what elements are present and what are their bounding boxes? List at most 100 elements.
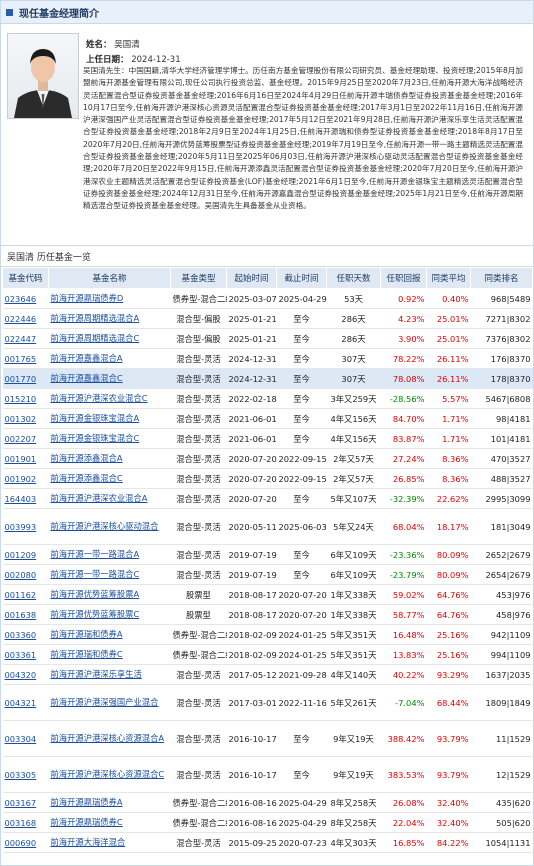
manager-name: 吴国清: [114, 40, 140, 50]
fund-name-link[interactable]: 前海开源优势蓝筹股票A: [48, 584, 171, 605]
column-header[interactable]: 任职天数: [326, 267, 381, 289]
fund-code-link[interactable]: 003361: [2, 644, 49, 665]
tenure-return: 78.08%: [380, 368, 427, 389]
peer-rank: 176|8370: [470, 348, 533, 369]
column-header[interactable]: 基金代码: [2, 267, 49, 289]
fund-name-link[interactable]: 前海开源嘉鑫混合C: [48, 368, 171, 389]
fund-name-link[interactable]: 前海开源鼎瑞债券A: [48, 792, 171, 813]
table-row[interactable]: 003993 前海开源沪港深核心驱动混合 混合型-灵活 2020-05-11 2025-…: [2, 508, 533, 545]
fund-name-link[interactable]: 前海开源沪港深核心资源混合C: [48, 756, 171, 793]
end-date: 至今: [276, 348, 327, 369]
fund-code-link[interactable]: 002207: [2, 428, 49, 449]
fund-code-link[interactable]: 003167: [2, 792, 49, 813]
fund-name-link[interactable]: 前海开源大海洋混合: [48, 832, 171, 853]
column-header[interactable]: 起始时间: [226, 267, 277, 289]
fund-name-link[interactable]: 前海开源鼎瑞债券D: [48, 288, 171, 309]
fund-code-link[interactable]: 023646: [2, 288, 49, 309]
start-date: 2017-03-01: [226, 684, 277, 721]
table-row[interactable]: 001902 前海开源添鑫混合C 混合型-灵活 2020-07-20 2022-09-1…: [2, 468, 533, 489]
table-row[interactable]: 002207 前海开源金银珠宝混合C 混合型-灵活 2021-06-01 至今 4年又15…: [2, 428, 533, 449]
fund-name-link[interactable]: 前海开源沪港深农业混合A: [48, 488, 171, 509]
fund-name-link[interactable]: 前海开源周期精选混合C: [48, 328, 171, 349]
fund-code-link[interactable]: 001901: [2, 448, 49, 469]
table-row[interactable]: 003361前海开源瑞和债券C债券型-混合二级2018-02-092024-01…: [2, 644, 533, 665]
section-title: 现任基金经理简介: [19, 8, 99, 20]
fund-name-link[interactable]: 前海开源周期精选混合A: [48, 308, 171, 329]
fund-code-link[interactable]: 004321: [2, 684, 49, 721]
table-row[interactable]: 001302 前海开源金银珠宝混合A 混合型-灵活 2021-06-01 至今 4年又15…: [2, 408, 533, 429]
fund-code-link[interactable]: 004320: [2, 664, 49, 685]
tenure-return: 16.48%: [380, 624, 427, 645]
table-row[interactable]: 022446 前海开源周期精选混合A 混合型-偏股 2025-01-21 至今 286天 4…: [2, 308, 533, 329]
peer-rank: 505|620: [470, 812, 533, 833]
fund-code-link[interactable]: 003304: [2, 720, 49, 757]
fund-name-link[interactable]: 前海开源沪港深乐享生活: [48, 664, 171, 685]
table-row[interactable]: 001901 前海开源添鑫混合A 混合型-灵活 2020-07-20 2022-09-1…: [2, 448, 533, 469]
fund-name-link[interactable]: 前海开源瑞和债券A: [48, 624, 171, 645]
column-header[interactable]: 同类排名: [470, 267, 533, 289]
peer-rank: 5467|6808: [470, 388, 533, 409]
fund-code-link[interactable]: 003360: [2, 624, 49, 645]
fund-code-link[interactable]: 001765: [2, 348, 49, 369]
fund-code-link[interactable]: 001209: [2, 544, 49, 565]
fund-name-link[interactable]: 前海开源添鑫混合C: [48, 468, 171, 489]
column-header[interactable]: 截止时间: [276, 267, 327, 289]
fund-name-link[interactable]: 前海开源鼎瑞债券C: [48, 812, 171, 833]
tenure-days: 4年又156天: [326, 408, 381, 429]
table-row[interactable]: 002080 前海开源一带一路混合C 混合型-灵活 2019-07-19 至今 6年又10…: [2, 564, 533, 585]
table-row[interactable]: 164403 前海开源沪港深农业混合A 混合型-灵活 2020-07-20 至今 5年又1…: [2, 488, 533, 509]
fund-name-link[interactable]: 前海开源沪港深强国产业混合: [48, 684, 171, 721]
fund-name-link[interactable]: 前海开源一带一路混合A: [48, 544, 171, 565]
fund-name-link[interactable]: 前海开源嘉鑫混合A: [48, 348, 171, 369]
table-row[interactable]: 004321 前海开源沪港深强国产业混合 混合型-灵活 2017-03-01 2022-…: [2, 684, 533, 721]
fund-code-link[interactable]: 015210: [2, 388, 49, 409]
fund-code-link[interactable]: 001162: [2, 584, 49, 605]
start-date: 2025-01-21: [226, 328, 277, 349]
fund-code-link[interactable]: 001902: [2, 468, 49, 489]
table-row[interactable]: 003305 前海开源沪港深核心资源混合C 混合型-灵活 2016-10-17 至今 9年…: [2, 756, 533, 793]
table-row[interactable]: 001770 前海开源嘉鑫混合C 混合型-灵活 2024-12-31 至今 307天 78.…: [2, 368, 533, 389]
fund-name-link[interactable]: 前海开源瑞和债券C: [48, 644, 171, 665]
table-row[interactable]: 001209 前海开源一带一路混合A 混合型-灵活 2019-07-19 至今 6年又10…: [2, 544, 533, 565]
fund-name-link[interactable]: 前海开源沪港深农业混合C: [48, 388, 171, 409]
table-row[interactable]: 003167前海开源鼎瑞债券A债券型-混合二级2016-08-162025-04…: [2, 792, 533, 813]
column-header[interactable]: 基金类型: [170, 267, 227, 289]
fund-code-link[interactable]: 164403: [2, 488, 49, 509]
column-header[interactable]: 基金名称: [48, 267, 171, 289]
fund-code-link[interactable]: 022447: [2, 328, 49, 349]
table-row[interactable]: 003168前海开源鼎瑞债券C债券型-混合二级2016-08-162025-04…: [2, 812, 533, 833]
fund-name-link[interactable]: 前海开源沪港深核心驱动混合: [48, 508, 171, 545]
fund-code-link[interactable]: 003993: [2, 508, 49, 545]
section-header: 现任基金经理简介: [1, 1, 533, 24]
fund-code-link[interactable]: 001638: [2, 604, 49, 625]
table-row[interactable]: 022447 前海开源周期精选混合C 混合型-偏股 2025-01-21 至今 286天 3…: [2, 328, 533, 349]
fund-code-link[interactable]: 003168: [2, 812, 49, 833]
column-header[interactable]: 同类平均: [426, 267, 471, 289]
start-date: 2019-07-19: [226, 544, 277, 565]
column-header[interactable]: 任职回报: [380, 267, 427, 289]
fund-code-link[interactable]: 000690: [2, 832, 49, 853]
table-row[interactable]: 001162 前海开源优势蓝筹股票A 股票型 2018-08-17 2020-07-20…: [2, 584, 533, 605]
fund-name-link[interactable]: 前海开源添鑫混合A: [48, 448, 171, 469]
fund-name-link[interactable]: 前海开源沪港深核心资源混合A: [48, 720, 171, 757]
table-row[interactable]: 003304 前海开源沪港深核心资源混合A 混合型-灵活 2016-10-17 至今 9年…: [2, 720, 533, 757]
peer-rank: 488|3527: [470, 468, 533, 489]
fund-name-link[interactable]: 前海开源一带一路混合C: [48, 564, 171, 585]
table-row[interactable]: 003360前海开源瑞和债券A债券型-混合二级2018-02-092024-01…: [2, 624, 533, 645]
fund-code-link[interactable]: 001302: [2, 408, 49, 429]
table-row[interactable]: 004320 前海开源沪港深乐享生活 混合型-灵活 2017-05-12 2021-09…: [2, 664, 533, 685]
peer-average: 93.79%: [426, 720, 471, 757]
table-row[interactable]: 000690 前海开源大海洋混合 混合型-灵活 2015-09-25 2020-07-2…: [2, 832, 533, 853]
fund-code-link[interactable]: 003305: [2, 756, 49, 793]
fund-name-link[interactable]: 前海开源金银珠宝混合C: [48, 428, 171, 449]
fund-code-link[interactable]: 002080: [2, 564, 49, 585]
table-row[interactable]: 015210 前海开源沪港深农业混合C 混合型-灵活 2022-02-18 至今 3年又2…: [2, 388, 533, 409]
table-row[interactable]: 023646前海开源鼎瑞债券D债券型-混合二级2025-03-072025-04…: [2, 288, 533, 309]
fund-code-link[interactable]: 022446: [2, 308, 49, 329]
fund-name-link[interactable]: 前海开源金银珠宝混合A: [48, 408, 171, 429]
table-row[interactable]: 001638 前海开源优势蓝筹股票C 股票型 2018-08-17 2020-07-20…: [2, 604, 533, 625]
table-row[interactable]: 001765 前海开源嘉鑫混合A 混合型-灵活 2024-12-31 至今 307天 78.…: [2, 348, 533, 369]
fund-name-link[interactable]: 前海开源优势蓝筹股票C: [48, 604, 171, 625]
fund-code-link[interactable]: 001770: [2, 368, 49, 389]
manager-bio: 吴国清先生：中国国籍,清华大学经济管理学博士。历任南方基金管理股份有限公司研究员…: [83, 66, 523, 211]
